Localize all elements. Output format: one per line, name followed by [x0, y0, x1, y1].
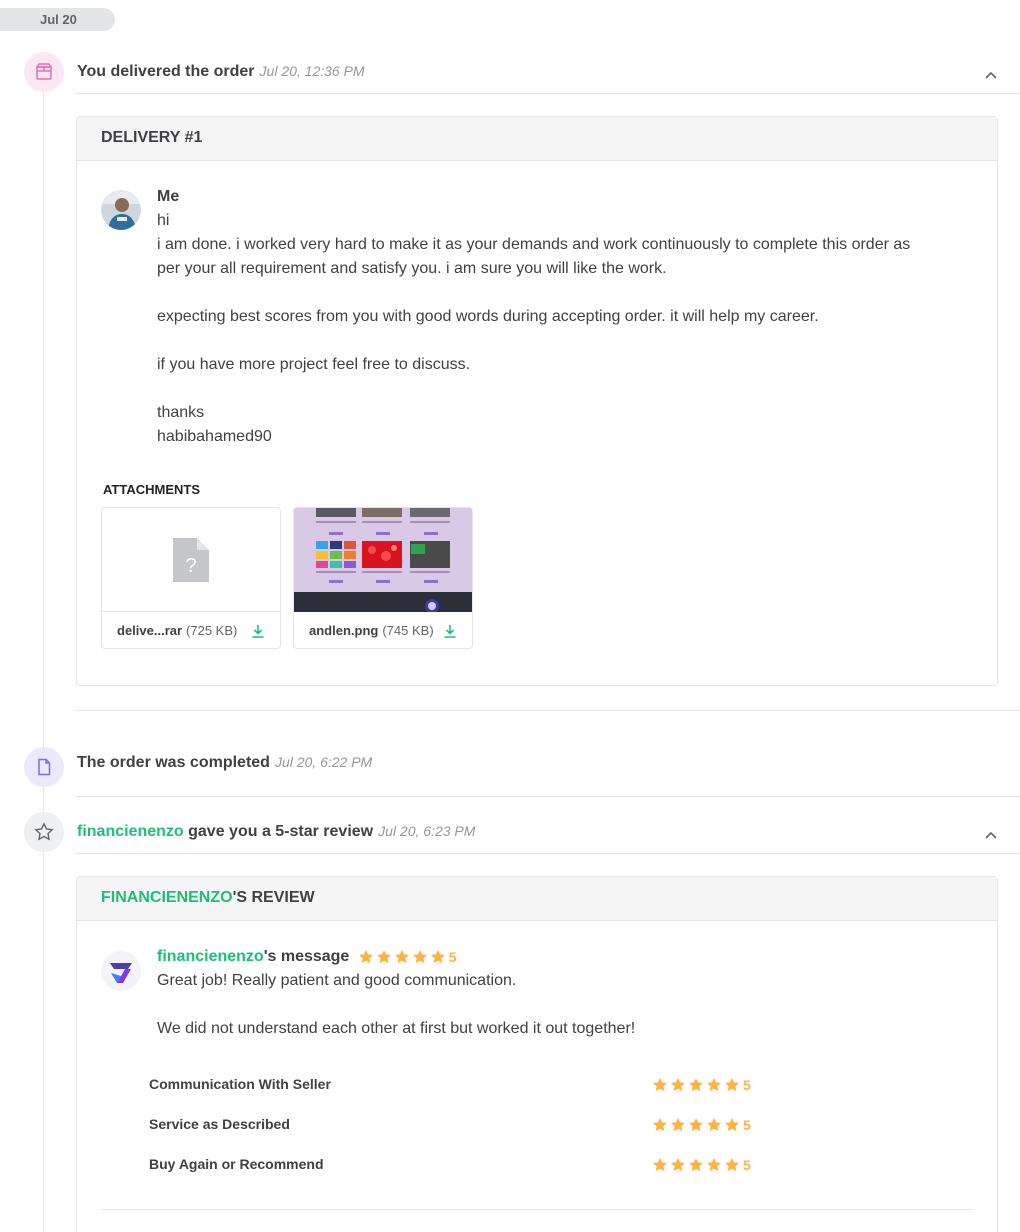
star-rating	[652, 1077, 740, 1093]
rating-row-communication: Communication With Seller 5	[149, 1076, 909, 1096]
date-pill: Jul 20	[0, 8, 115, 31]
star-icon	[412, 949, 427, 963]
star-icon	[671, 1117, 685, 1131]
star-icon	[430, 949, 445, 963]
divider	[101, 1209, 973, 1210]
message-line: hi	[157, 212, 170, 229]
svg-text:?: ?	[185, 555, 196, 577]
message-line: habibahamed90	[157, 428, 272, 445]
unknown-file-icon: ?	[173, 537, 209, 582]
rating-label: Service as Described	[149, 1116, 290, 1132]
rating-value: 5	[448, 948, 457, 965]
star-icon	[689, 1157, 703, 1171]
download-icon[interactable]	[250, 623, 266, 639]
star-rating	[652, 1117, 740, 1133]
divider	[76, 93, 1020, 94]
event-review-text: gave you a 5-star review	[183, 823, 374, 840]
star-icon	[24, 812, 64, 852]
star-icon	[358, 949, 373, 963]
divider	[76, 710, 1020, 711]
reviewer-link[interactable]: financienenzo	[77, 823, 184, 840]
review-message-title: financienenzo's message 5	[157, 948, 457, 966]
event-completed-title: The order was completed Jul 20, 6:22 PM	[77, 754, 372, 772]
rating-row-recommend: Buy Again or Recommend 5	[149, 1156, 909, 1176]
review-card: FINANCIENENZO'S REVIEW financienenzo's m…	[76, 876, 998, 1232]
attachment-card[interactable]: ? delive...rar (725 KB)	[101, 507, 281, 649]
star-icon	[707, 1157, 721, 1171]
file-placeholder: ?	[102, 508, 280, 612]
review-message-user[interactable]: financienenzo	[157, 948, 264, 965]
rating-row-service: Service as Described 5	[149, 1116, 909, 1136]
chevron-up-icon[interactable]	[983, 828, 999, 844]
divider	[76, 853, 1020, 854]
star-icon	[689, 1117, 703, 1131]
review-message-suffix: 's message	[263, 948, 350, 965]
star-icon	[725, 1157, 739, 1171]
rating-label: Communication With Seller	[149, 1076, 331, 1092]
document-icon	[24, 747, 64, 787]
review-header-rest: 'S REVIEW	[232, 889, 315, 906]
star-icon	[653, 1077, 667, 1091]
event-review-title: financienenzo gave you a 5-star review Ju…	[77, 823, 475, 841]
package-icon	[24, 52, 64, 92]
review-header: FINANCIENENZO'S REVIEW	[77, 877, 997, 921]
star-icon	[689, 1077, 703, 1091]
message-line: Great job! Really patient and good commu…	[157, 972, 517, 989]
rating-value: 5	[743, 1076, 751, 1093]
delivery-card: DELIVERY #1 Me hi i am done. i worked ve…	[76, 116, 998, 686]
review-message: Great job! Really patient and good commu…	[157, 969, 927, 1041]
rating-label: Buy Again or Recommend	[149, 1156, 324, 1172]
message-line: if you have more project feel free to di…	[157, 356, 471, 373]
star-icon	[725, 1077, 739, 1091]
reviewer-avatar	[101, 951, 141, 991]
attachment-name[interactable]: andlen.png	[309, 623, 378, 638]
timeline-line	[43, 92, 44, 1232]
delivery-header: DELIVERY #1	[77, 117, 997, 161]
star-icon	[653, 1157, 667, 1171]
chevron-up-icon[interactable]	[983, 68, 999, 84]
star-icon	[653, 1117, 667, 1131]
review-header-user: FINANCIENENZO	[101, 889, 233, 906]
message-line: thanks	[157, 404, 205, 421]
star-icon	[725, 1117, 739, 1131]
star-rating	[358, 949, 446, 965]
attachment-name[interactable]: delive...rar	[117, 623, 182, 638]
download-icon[interactable]	[442, 623, 458, 639]
event-delivered-title: You delivered the order Jul 20, 12:36 PM	[77, 63, 365, 81]
star-icon	[671, 1077, 685, 1091]
message-line: We did not understand each other at firs…	[157, 1020, 636, 1037]
message-line: expecting best scores from you with good…	[157, 308, 819, 325]
attachment-size: (745 KB)	[382, 623, 434, 638]
rating-value: 5	[743, 1156, 751, 1173]
event-delivered-time: Jul 20, 12:36 PM	[259, 63, 365, 79]
avatar	[101, 190, 141, 230]
event-delivered-text: You delivered the order	[77, 63, 255, 80]
event-completed-time: Jul 20, 6:22 PM	[274, 754, 373, 770]
star-icon	[376, 949, 391, 963]
event-completed-text: The order was completed	[77, 754, 270, 771]
star-icon	[707, 1077, 721, 1091]
star-rating	[652, 1157, 740, 1173]
star-icon	[671, 1157, 685, 1171]
message-line: i am done. i worked very hard to make it…	[157, 236, 911, 277]
star-icon	[707, 1117, 721, 1131]
delivery-message: hi i am done. i worked very hard to make…	[157, 209, 927, 449]
image-thumbnail	[294, 508, 472, 612]
website-preview-image	[294, 508, 472, 612]
star-icon	[394, 949, 409, 963]
attachment-size: (725 KB)	[186, 623, 238, 638]
divider	[76, 796, 1020, 797]
sender-name: Me	[157, 188, 180, 205]
attachments-label: ATTACHMENTS	[103, 482, 201, 497]
rating-value: 5	[743, 1116, 751, 1133]
event-review-time: Jul 20, 6:23 PM	[378, 823, 476, 839]
attachment-card[interactable]: andlen.png (745 KB)	[293, 507, 473, 649]
